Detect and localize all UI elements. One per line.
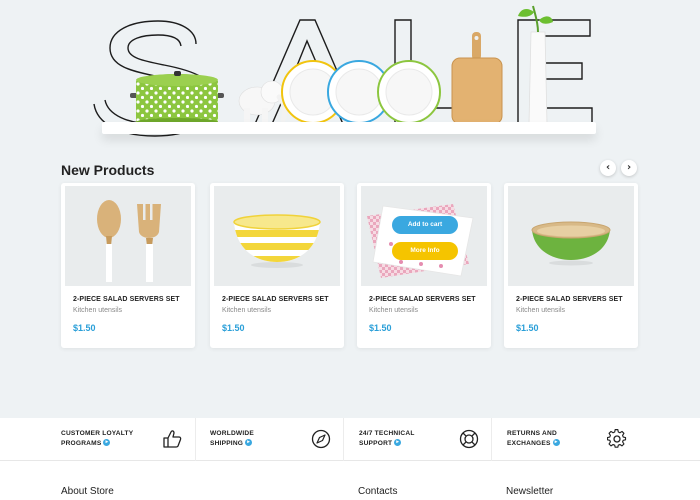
- product-image[interactable]: [214, 186, 340, 286]
- product-card[interactable]: Add to cart More Info 2-PIECE SALAD SERV…: [357, 183, 491, 348]
- product-category: Kitchen utensils: [73, 307, 123, 314]
- feature-returns[interactable]: RETURNS AND EXCHANGES ▸: [491, 418, 700, 461]
- hero-banner: [0, 0, 700, 150]
- features-strip: CUSTOMER LOYALTY PROGRAMS ▸ WORLDWIDE SHI…: [0, 418, 700, 461]
- compass-icon: [311, 429, 331, 449]
- product-card[interactable]: 2-PIECE SALAD SERVERS SET Kitchen utensi…: [61, 183, 195, 348]
- product-category: Kitchen utensils: [222, 307, 272, 314]
- lifebuoy-icon: [459, 429, 479, 449]
- elephant-figurine-illustration: [238, 80, 288, 123]
- product-price: $1.50: [73, 323, 96, 333]
- product-card[interactable]: 2-PIECE SALAD SERVERS SET Kitchen utensi…: [504, 183, 638, 348]
- product-image[interactable]: [65, 186, 191, 286]
- product-price: $1.50: [369, 323, 392, 333]
- product-name[interactable]: 2-PIECE SALAD SERVERS SET: [73, 296, 180, 303]
- arrow-right-icon: ▸: [103, 439, 111, 447]
- product-card[interactable]: 2-PIECE SALAD SERVERS SET Kitchen utensi…: [210, 183, 344, 348]
- green-pot-illustration: [130, 71, 224, 126]
- footer-contacts-title: Contacts: [358, 486, 398, 497]
- arrow-right-icon: ▸: [394, 439, 402, 447]
- add-to-cart-button[interactable]: Add to cart: [392, 216, 458, 234]
- salad-servers-image: [97, 200, 161, 282]
- footer-about-title: About Store: [61, 486, 114, 497]
- arrow-right-icon: ▸: [552, 439, 560, 447]
- chevron-left-icon: ‹: [605, 162, 611, 173]
- cutting-board-illustration: [451, 32, 503, 125]
- striped-bowl-image: [233, 214, 321, 268]
- product-price: $1.50: [516, 323, 539, 333]
- product-category: Kitchen utensils: [369, 307, 419, 314]
- gear-icon: [607, 429, 627, 448]
- carousel-prev-button[interactable]: ‹: [600, 160, 616, 176]
- product-category: Kitchen utensils: [516, 307, 566, 314]
- product-image[interactable]: [508, 186, 634, 286]
- carousel-next-button[interactable]: ›: [621, 160, 637, 176]
- more-info-button[interactable]: More Info: [392, 242, 458, 260]
- chevron-right-icon: ›: [626, 162, 632, 173]
- thumbs-up-icon: [163, 430, 182, 448]
- feature-label[interactable]: CUSTOMER LOYALTY PROGRAMS ▸: [61, 429, 133, 448]
- footer: About Store Contacts Newsletter: [0, 461, 700, 500]
- product-image[interactable]: Add to cart More Info: [361, 186, 487, 286]
- feature-support[interactable]: 24/7 TECHNICAL SUPPORT ▸: [343, 418, 491, 461]
- feature-shipping[interactable]: WORLDWIDE SHIPPING ▸: [195, 418, 343, 461]
- napkins-image: [367, 204, 474, 278]
- plates-illustration: [281, 60, 441, 124]
- arrow-right-icon: ▸: [245, 439, 253, 447]
- product-name[interactable]: 2-PIECE SALAD SERVERS SET: [222, 296, 329, 303]
- vase-illustration: [518, 5, 553, 125]
- footer-newsletter-title: Newsletter: [506, 486, 554, 497]
- display-shelf: [102, 122, 596, 134]
- feature-label[interactable]: WORLDWIDE SHIPPING ▸: [210, 429, 254, 448]
- feature-label[interactable]: 24/7 TECHNICAL SUPPORT ▸: [359, 429, 415, 448]
- section-title: New Products: [61, 162, 155, 178]
- green-bowl-image: [531, 221, 611, 266]
- feature-loyalty[interactable]: CUSTOMER LOYALTY PROGRAMS ▸: [0, 418, 195, 461]
- product-name[interactable]: 2-PIECE SALAD SERVERS SET: [369, 296, 476, 303]
- product-price: $1.50: [222, 323, 245, 333]
- feature-label[interactable]: RETURNS AND EXCHANGES ▸: [507, 429, 560, 448]
- product-name[interactable]: 2-PIECE SALAD SERVERS SET: [516, 296, 623, 303]
